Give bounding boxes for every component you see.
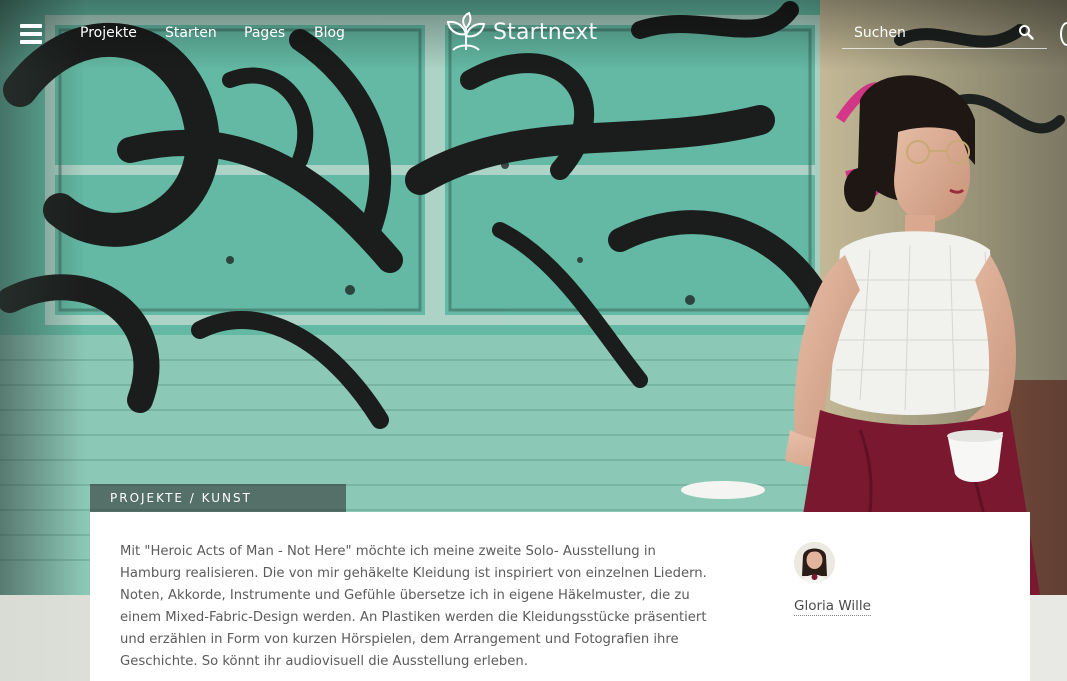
user-icon-partial[interactable] xyxy=(1060,22,1067,46)
nav-link-starten[interactable]: Starten xyxy=(165,25,217,41)
brand-name: Startnext xyxy=(493,19,598,45)
project-description: Mit "Heroic Acts of Man - Not Here" möch… xyxy=(120,544,707,669)
avatar-portrait-icon xyxy=(794,542,835,583)
nav-link-pages[interactable]: Pages xyxy=(244,25,285,41)
project-summary-card: Mit "Heroic Acts of Man - Not Here" möch… xyxy=(90,512,1030,681)
nav-link-projekte[interactable]: Projekte xyxy=(80,25,137,41)
search-input[interactable] xyxy=(854,22,1014,44)
nav-link-blog[interactable]: Blog xyxy=(314,25,345,41)
brand-logo[interactable]: Startnext xyxy=(445,12,597,52)
hamburger-menu-icon[interactable] xyxy=(20,24,42,44)
search-box[interactable] xyxy=(842,18,1047,49)
project-category-label[interactable]: PROJEKTE / KUNST xyxy=(90,484,346,512)
search-icon[interactable] xyxy=(1018,24,1034,40)
author-name-link[interactable]: Gloria Wille xyxy=(794,598,871,616)
author-avatar[interactable] xyxy=(794,542,835,583)
top-navigation-bar: Projekte Starten Pages Blog Startnext xyxy=(0,0,1067,70)
sprout-logo-icon xyxy=(446,12,486,51)
